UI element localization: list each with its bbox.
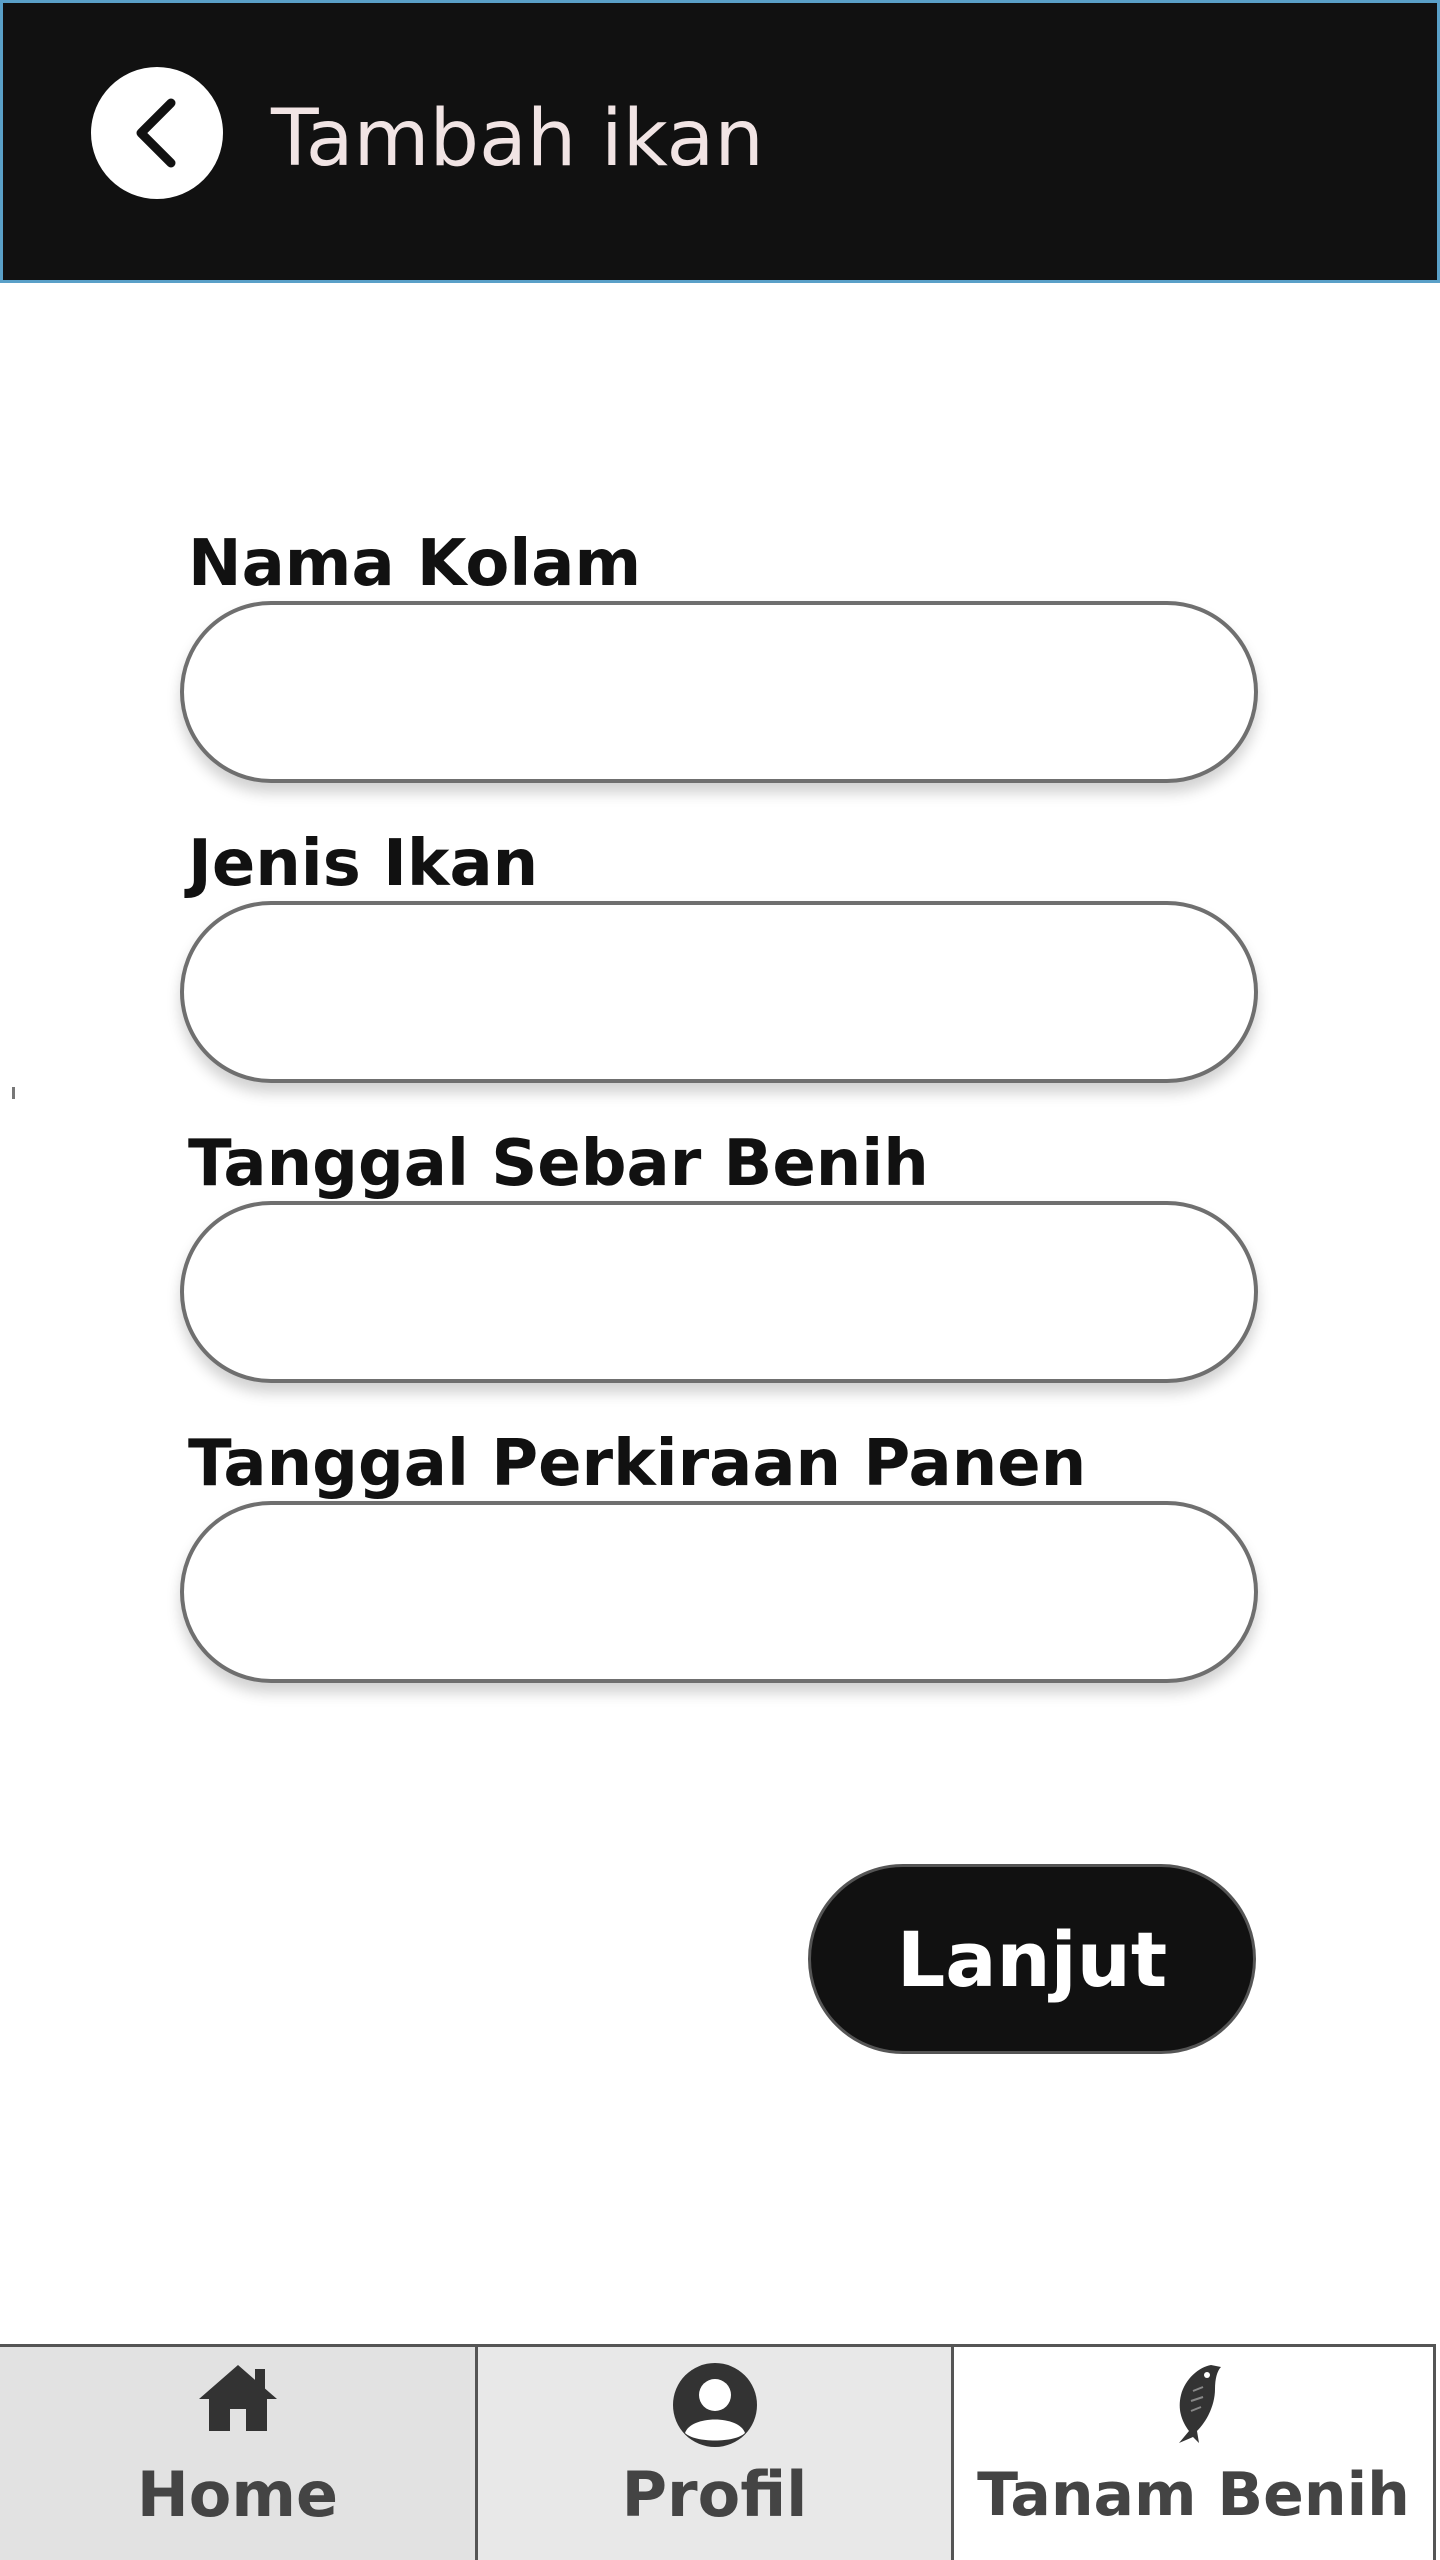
tanggal-sebar-benih-label: Tanggal Sebar Benih (188, 1127, 929, 1201)
back-button[interactable] (91, 67, 223, 199)
nav-label-tanam-benih: Tanam Benih (977, 2460, 1410, 2530)
nav-item-tanam-benih[interactable]: Tanam Benih (954, 2347, 1436, 2560)
nama-kolam-label: Nama Kolam (188, 527, 642, 601)
home-icon (198, 2365, 277, 2431)
side-tick-mark (12, 1087, 15, 1099)
tanggal-perkiraan-panen-input[interactable] (180, 1501, 1258, 1683)
nav-item-profil[interactable]: Profil (478, 2347, 954, 2560)
chevron-left-icon (136, 98, 176, 168)
page-title: Tambah ikan (271, 94, 764, 184)
jenis-ikan-label: Jenis Ikan (188, 827, 539, 901)
bottom-nav: Home Profil Tanam Benih (0, 2344, 1436, 2560)
nav-label-home: Home (136, 2458, 339, 2531)
lanjut-button[interactable]: Lanjut (808, 1864, 1256, 2054)
nav-label-profil: Profil (621, 2458, 808, 2531)
tanggal-sebar-benih-input[interactable] (180, 1201, 1258, 1383)
user-avatar-icon (672, 2363, 757, 2447)
app-header: Tambah ikan (0, 0, 1440, 283)
nama-kolam-input[interactable] (180, 601, 1258, 783)
fish-icon (1178, 2365, 1221, 2443)
nav-item-home[interactable]: Home (0, 2347, 478, 2560)
page: Tambah ikan Nama Kolam Jenis Ikan Tangga… (0, 0, 1440, 2560)
jenis-ikan-input[interactable] (180, 901, 1258, 1083)
tanggal-perkiraan-panen-label: Tanggal Perkiraan Panen (188, 1427, 1087, 1501)
